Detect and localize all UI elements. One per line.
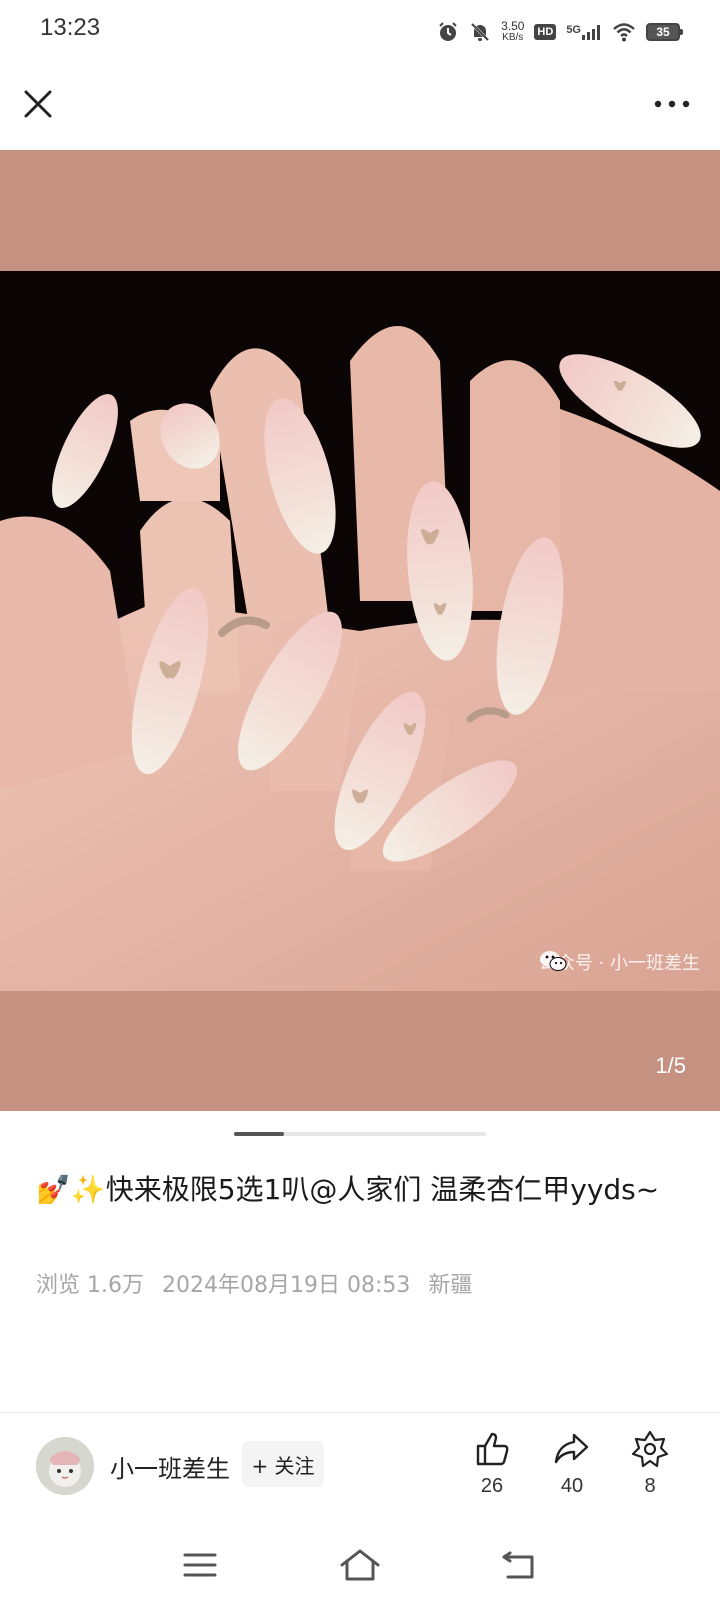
more-icon xyxy=(654,100,690,108)
top-nav xyxy=(0,64,720,150)
thumbs-up-icon xyxy=(476,1432,509,1466)
favorite-button[interactable]: 8 xyxy=(620,1429,680,1519)
close-icon xyxy=(24,90,52,118)
post-meta: 浏览 1.6万 2024年08月19日 08:53 新疆 xyxy=(36,1267,472,1299)
status-time: 13:23 xyxy=(40,14,101,41)
network-label: 5G xyxy=(566,24,581,36)
author-name[interactable]: 小一班差生 xyxy=(110,1449,230,1484)
author-bar: 小一班差生 + 关注 26 40 8 xyxy=(0,1413,720,1529)
post-location: 新疆 xyxy=(428,1273,473,1298)
wechat-icon xyxy=(539,951,567,971)
hd-icon: HD xyxy=(534,24,557,40)
home-button[interactable] xyxy=(336,1543,384,1587)
avatar[interactable] xyxy=(36,1437,94,1495)
follow-button[interactable]: + 关注 xyxy=(242,1441,324,1487)
like-count: 26 xyxy=(480,1475,504,1497)
battery-icon: 35 xyxy=(646,23,683,41)
post-image[interactable]: 公众号 · 小一班差生 xyxy=(0,271,720,991)
image-carousel[interactable]: 公众号 · 小一班差生 1/5 xyxy=(0,150,720,1111)
back-icon xyxy=(502,1551,534,1579)
carousel-scroll-thumb xyxy=(234,1132,285,1136)
wifi-icon xyxy=(612,22,636,42)
more-button[interactable] xyxy=(650,84,694,124)
network-speed: 3.50 KB/s xyxy=(501,20,524,44)
battery-level: 35 xyxy=(656,25,670,39)
menu-icon xyxy=(183,1553,217,1577)
page-indicator: 1/5 xyxy=(655,1053,686,1078)
post-title: 💅✨快来极限5选1叭@人家们 温柔杏仁甲yyds~ xyxy=(36,1173,660,1206)
back-button[interactable] xyxy=(496,1543,544,1587)
favorite-icon xyxy=(631,1430,669,1468)
status-icons: 3.50 KB/s HD 5G 35 xyxy=(437,18,683,46)
watermark: 公众号 · 小一班差生 xyxy=(539,949,700,975)
share-icon xyxy=(554,1433,589,1464)
system-nav-bar xyxy=(0,1529,720,1603)
status-bar: 13:23 3.50 KB/s HD 5G 35 xyxy=(0,0,720,64)
carousel-scroll-track xyxy=(234,1132,486,1136)
network-speed-unit: KB/s xyxy=(502,32,524,43)
favorite-count: 8 xyxy=(644,1475,656,1497)
close-button[interactable] xyxy=(18,84,58,124)
nail-photo xyxy=(0,271,720,991)
post-date: 2024年08月19日 08:53 xyxy=(161,1273,411,1298)
view-count: 浏览 1.6万 xyxy=(36,1273,144,1298)
network-speed-value: 3.50 xyxy=(501,19,525,33)
alarm-icon xyxy=(437,21,459,43)
share-button[interactable]: 40 xyxy=(542,1429,602,1519)
like-button[interactable]: 26 xyxy=(462,1429,522,1519)
silent-bell-icon xyxy=(469,21,491,43)
signal-5g-icon: 5G xyxy=(566,24,602,40)
home-icon xyxy=(340,1549,380,1581)
share-count: 40 xyxy=(560,1475,584,1497)
menu-button[interactable] xyxy=(176,1543,224,1587)
